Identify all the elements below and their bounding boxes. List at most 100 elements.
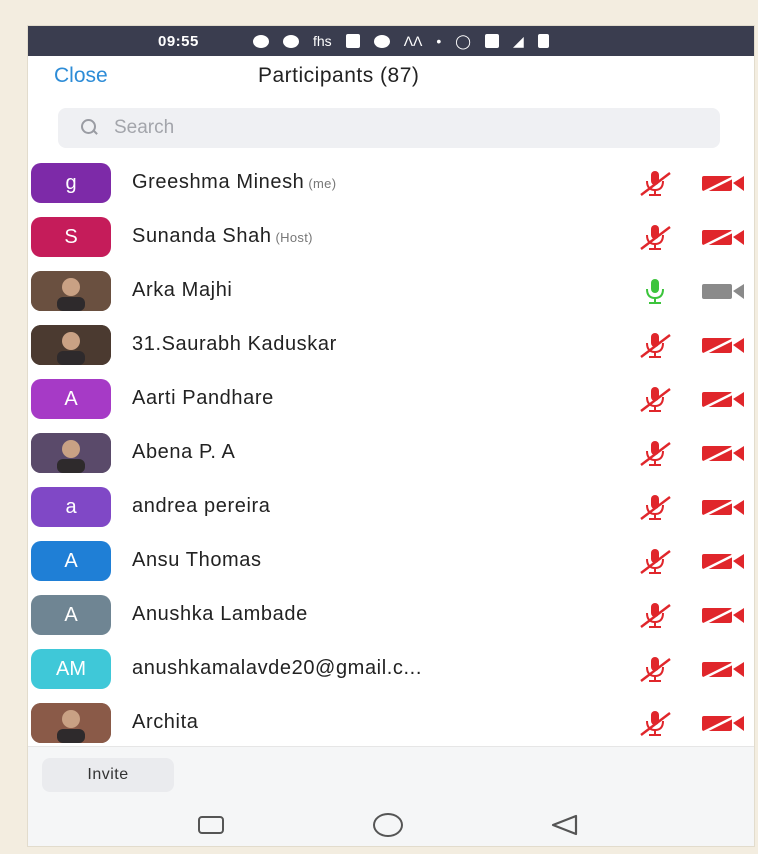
participant-name: Anushka Lambade xyxy=(132,603,308,626)
fhs-icon: fhs xyxy=(313,33,332,49)
participant-name: Arka Majhi xyxy=(132,279,232,302)
participant-name: Aarti Pandhare xyxy=(132,387,274,410)
participant-role-tag: (Host) xyxy=(275,230,313,245)
avatar xyxy=(31,325,111,365)
gmail-icon: ΛΛ xyxy=(403,33,423,49)
participant-name: anushkamalavde20@gmail.c... xyxy=(132,657,422,680)
participant-row[interactable]: g Greeshma Minesh (me) xyxy=(28,156,754,210)
participant-row[interactable]: a andrea pereira xyxy=(28,480,754,534)
avatar xyxy=(31,433,111,473)
avatar-initials: AM xyxy=(56,657,86,680)
participant-name: 31.Saurabh Kaduskar xyxy=(132,333,337,356)
volte-icon xyxy=(484,34,499,48)
microphone-muted-icon[interactable] xyxy=(638,493,672,521)
participant-name-text: Abena P. A xyxy=(132,441,236,463)
recent-apps-icon[interactable] xyxy=(198,816,224,834)
whatsapp-icon xyxy=(253,34,269,48)
avatar-initials: A xyxy=(64,603,78,626)
video-camera-off-icon[interactable] xyxy=(700,334,746,356)
participant-list: g Greeshma Minesh (me) S Sunanda Shah (Host) A… xyxy=(28,156,754,750)
participant-name: Ansu Thomas xyxy=(132,549,262,572)
dot-icon: • xyxy=(436,33,442,49)
video-camera-off-icon[interactable] xyxy=(700,496,746,518)
avatar-initials: A xyxy=(64,387,78,410)
avatar xyxy=(31,703,111,743)
avatar-initials: S xyxy=(64,225,78,248)
back-icon[interactable] xyxy=(550,814,578,841)
status-bar: 09:55 fhs ΛΛ • ◯ ◢ xyxy=(28,26,754,56)
participant-row[interactable]: A Anushka Lambade xyxy=(28,588,754,642)
invite-button[interactable]: Invite xyxy=(42,758,174,792)
avatar: g xyxy=(31,163,111,203)
avatar: S xyxy=(31,217,111,257)
microphone-muted-icon[interactable] xyxy=(638,601,672,629)
participant-name: andrea pereira xyxy=(132,495,271,518)
participant-name-text: anushkamalavde20@gmail.c... xyxy=(132,657,422,679)
microphone-muted-icon[interactable] xyxy=(638,439,672,467)
video-camera-off-icon[interactable] xyxy=(700,172,746,194)
participant-row[interactable]: A Aarti Pandhare xyxy=(28,372,754,426)
microphone-muted-icon[interactable] xyxy=(638,655,672,683)
participant-name-text: Ansu Thomas xyxy=(132,549,262,571)
participant-name-text: 31.Saurabh Kaduskar xyxy=(132,333,337,355)
message-icon xyxy=(283,34,299,48)
participant-row[interactable]: Archita xyxy=(28,696,754,750)
avatar-initials: a xyxy=(65,495,77,518)
video-camera-off-icon[interactable] xyxy=(700,226,746,248)
avatar-initials: g xyxy=(65,171,77,194)
close-button[interactable]: Close xyxy=(54,64,108,88)
status-icons: fhs ΛΛ • ◯ ◢ xyxy=(253,32,549,50)
video-camera-off-icon[interactable] xyxy=(700,442,746,464)
search-icon xyxy=(80,118,100,138)
video-camera-off-icon[interactable] xyxy=(700,712,746,734)
participant-name: Sunanda Shah (Host) xyxy=(132,225,313,248)
search-bar[interactable] xyxy=(58,108,720,148)
bottom-bar: Invite xyxy=(28,746,754,805)
microphone-muted-icon[interactable] xyxy=(638,169,672,197)
participant-row[interactable]: 31.Saurabh Kaduskar xyxy=(28,318,754,372)
microphone-muted-icon[interactable] xyxy=(638,547,672,575)
avatar: AM xyxy=(31,649,111,689)
avatar: A xyxy=(31,379,111,419)
participant-row[interactable]: S Sunanda Shah (Host) xyxy=(28,210,754,264)
participant-name-text: Aarti Pandhare xyxy=(132,387,274,409)
participant-row[interactable]: A Ansu Thomas xyxy=(28,534,754,588)
home-icon[interactable] xyxy=(373,813,403,837)
battery-icon xyxy=(537,34,549,48)
participant-row[interactable]: Arka Majhi xyxy=(28,264,754,318)
participant-name-text: Anushka Lambade xyxy=(132,603,308,625)
participant-name-text: Archita xyxy=(132,711,199,733)
avatar xyxy=(31,271,111,311)
status-time: 09:55 xyxy=(158,33,199,50)
participant-name: Archita xyxy=(132,711,198,734)
participant-name-text: andrea pereira xyxy=(132,495,271,517)
participant-name-text: Greeshma Minesh xyxy=(132,171,305,193)
cloud-icon xyxy=(373,34,390,48)
video-camera-off-icon[interactable] xyxy=(700,604,746,626)
phone-screen: 09:55 fhs ΛΛ • ◯ ◢ Close Participants (8… xyxy=(28,26,754,846)
participant-row[interactable]: Abena P. A xyxy=(28,426,754,480)
microphone-icon[interactable] xyxy=(638,277,672,305)
participant-name-text: Arka Majhi xyxy=(132,279,233,301)
avatar: a xyxy=(31,487,111,527)
participant-name-text: Sunanda Shah xyxy=(132,225,272,247)
participant-row[interactable]: AM anushkamalavde20@gmail.c... xyxy=(28,642,754,696)
video-camera-off-icon[interactable] xyxy=(700,550,746,572)
participant-name: Abena P. A xyxy=(132,441,236,464)
page-title: Participants (87) xyxy=(258,64,420,87)
avatar: A xyxy=(31,541,111,581)
avatar: A xyxy=(31,595,111,635)
video-camera-off-icon[interactable] xyxy=(700,658,746,680)
search-input[interactable] xyxy=(112,116,676,140)
microphone-muted-icon[interactable] xyxy=(638,223,672,251)
video-camera-off-icon[interactable] xyxy=(700,388,746,410)
microphone-muted-icon[interactable] xyxy=(638,385,672,413)
alarm-icon: ◯ xyxy=(455,33,471,49)
participant-role-tag: (me) xyxy=(308,176,337,191)
app-icon xyxy=(345,34,360,48)
avatar-initials: A xyxy=(64,549,78,572)
microphone-muted-icon[interactable] xyxy=(638,709,672,737)
microphone-muted-icon[interactable] xyxy=(638,331,672,359)
signal-icon: ◢ xyxy=(512,33,524,49)
video-camera-icon[interactable] xyxy=(700,280,746,302)
